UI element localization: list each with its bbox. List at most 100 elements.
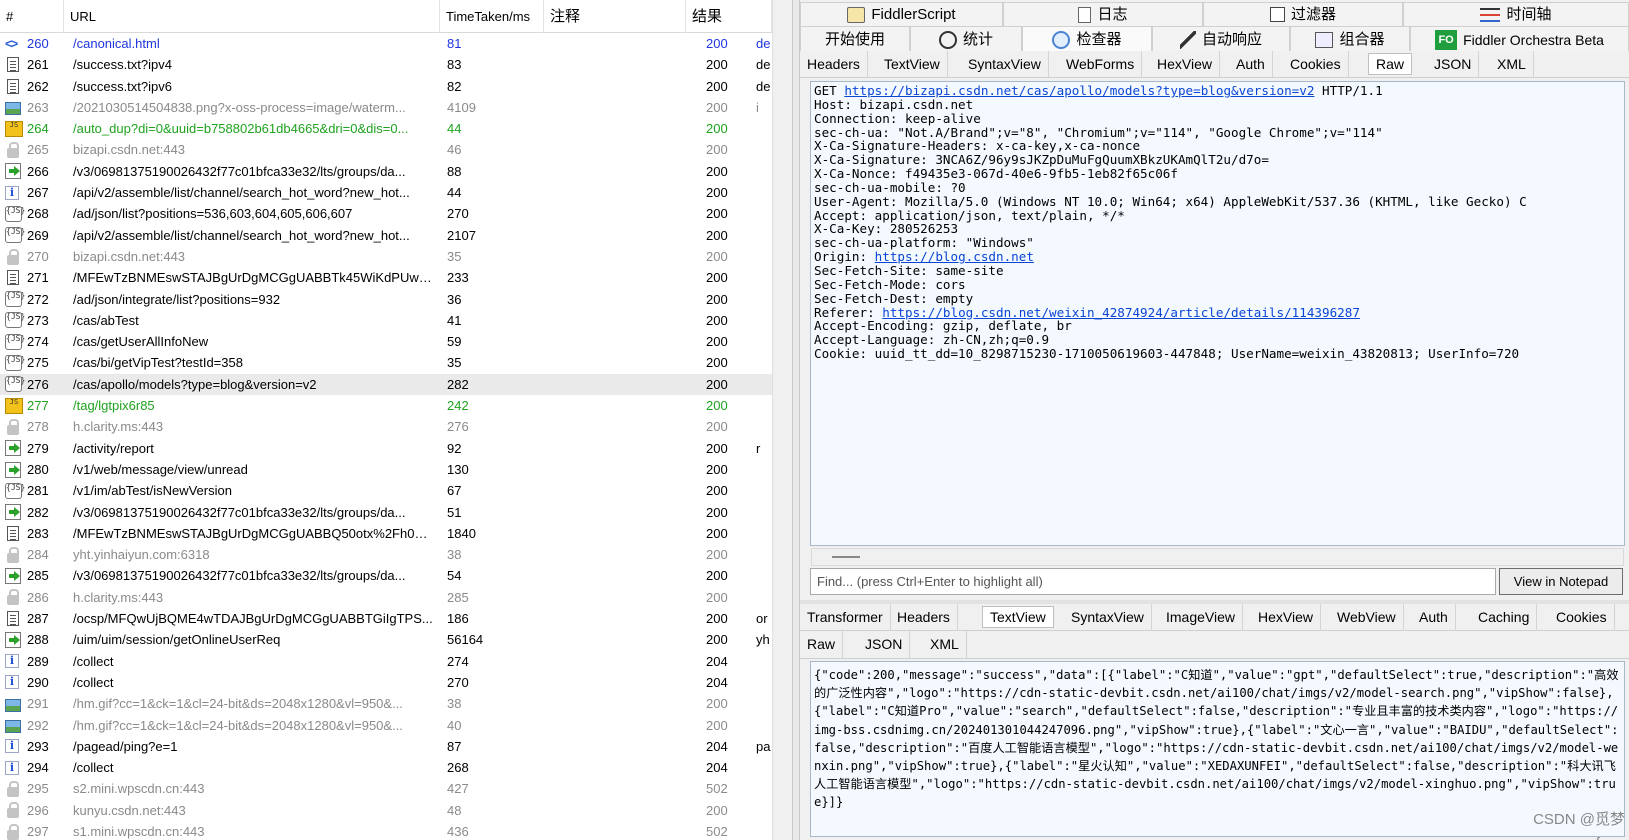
view-in-notepad-button[interactable]: View in Notepad (1499, 568, 1623, 595)
tab-timeline[interactable]: 时间轴 (1403, 2, 1629, 26)
req-tab-webforms[interactable]: WebForms (1059, 51, 1143, 78)
session-row[interactable]: {JS} 276/cas/apollo/models?type=blog&vers… (0, 373, 772, 396)
request-header-line: Sec-Fetch-Site: same-site (814, 262, 1004, 278)
session-row[interactable]: {JS} 275/cas/bi/getVipTest?testId=358 35 20… (0, 352, 772, 373)
session-row[interactable]: 262/success.txt?ipv6 82 200 de (0, 76, 772, 97)
resp-tab-textview[interactable]: TextView (982, 606, 1054, 628)
session-row[interactable]: 286 h.clarity.ms:443 285 200 (0, 587, 772, 608)
req-tab-auth[interactable]: Auth (1229, 51, 1273, 78)
column-header-result[interactable]: 结果 (686, 0, 772, 33)
tab-statistics[interactable]: 统计 (910, 26, 1022, 52)
req-tab-raw[interactable]: Raw (1368, 53, 1413, 75)
session-row[interactable]: 283/MFEwTzBNMEswSTAJBgUrDgMCGgUABBQ50otx… (0, 523, 772, 544)
session-row[interactable]: 295 s2.mini.wpscdn.cn:443 427 502 (0, 778, 772, 799)
session-row[interactable]: 278 h.clarity.ms:443 276 200 (0, 416, 772, 437)
find-input[interactable]: Find... (press Ctrl+Enter to highlight a… (810, 568, 1496, 595)
session-row[interactable]: 266/v3/06981375190026432f77c01bfca33e32/… (0, 161, 772, 182)
request-header-line: Host: bizapi.csdn.net (814, 96, 974, 112)
session-row[interactable]: {JS} 272/ad/json/integrate/list?positions… (0, 289, 772, 310)
raw-request-text[interactable]: GET https://bizapi.csdn.net/cas/apollo/m… (810, 81, 1625, 546)
session-row[interactable]: 279/activity/report 92 200 r (0, 438, 772, 459)
resp-tab-cookies[interactable]: Cookies (1549, 604, 1615, 631)
session-row[interactable]: 284 yht.yinhaiyun.com:6318 38 200 (0, 544, 772, 565)
resp-tab-hexview[interactable]: HexView (1251, 604, 1321, 631)
req-tab-json[interactable]: JSON (1427, 51, 1480, 78)
resp-tab-syntaxview[interactable]: SyntaxView (1064, 604, 1152, 631)
session-row[interactable]: 261/success.txt?ipv4 83 200 de (0, 54, 772, 75)
column-header-timetaken[interactable]: TimeTaken/ms (440, 0, 544, 33)
session-row[interactable]: 297 s1.mini.wpscdn.cn:443 436 502 (0, 821, 772, 840)
session-row[interactable]: <> 260/canonical.html 81 200 de (0, 33, 772, 54)
session-time-taken: 40 (447, 717, 462, 733)
session-row[interactable]: {JS} 273/cas/abTest 41 200 (0, 310, 772, 331)
tab-fiddler-orchestra[interactable]: FO Fiddler Orchestra Beta (1410, 26, 1629, 52)
resp-tab-xml[interactable]: XML (923, 631, 967, 658)
tab-autoresponder[interactable]: 自动响应 (1152, 26, 1290, 52)
column-header-url[interactable]: URL (64, 0, 440, 33)
req-tab-syntaxview[interactable]: SyntaxView (961, 51, 1049, 78)
resp-tab-json[interactable]: JSON (858, 631, 911, 658)
scroll-thumb[interactable] (832, 556, 860, 558)
column-header-number[interactable]: # (0, 0, 64, 33)
tab-inspectors[interactable]: 检查器 (1022, 26, 1152, 52)
pane-splitter[interactable] (792, 0, 800, 840)
session-host-fragment (756, 778, 772, 799)
req-tab-xml[interactable]: XML (1490, 51, 1534, 78)
req-tab-cookies[interactable]: Cookies (1283, 51, 1349, 78)
session-row[interactable]: 291/hm.gif?cc=1&ck=1&cl=24-bit&ds=2048x1… (0, 693, 772, 714)
session-row[interactable]: i 290/collect 270 204 (0, 672, 772, 693)
resp-tab-webview[interactable]: WebView (1330, 604, 1404, 631)
session-row[interactable]: 265 bizapi.csdn.net:443 46 200 (0, 139, 772, 160)
resp-tab-transformer[interactable]: Transformer (800, 604, 891, 631)
session-row[interactable]: 270 bizapi.csdn.net:443 35 200 (0, 246, 772, 267)
session-host-fragment (756, 800, 772, 821)
req-tab-textview[interactable]: TextView (877, 51, 948, 78)
session-row[interactable]: i 294/collect 268 204 (0, 757, 772, 778)
session-row[interactable]: {JS} 269/api/v2/assemble/list/channel/sea… (0, 225, 772, 246)
session-row[interactable]: i 289/collect 274 204 (0, 651, 772, 672)
session-row[interactable]: 271/MFEwTzBNMEswSTAJBgUrDgMCGgUABBTk45Wi… (0, 267, 772, 288)
session-row[interactable]: 296 kunyu.csdn.net:443 48 200 (0, 800, 772, 821)
session-row[interactable]: 282/v3/06981375190026432f77c01bfca33e32/… (0, 502, 772, 523)
session-time-taken: 35 (447, 248, 462, 264)
session-row[interactable]: 288/uim/uim/session/getOnlineUserReq 5616… (0, 629, 772, 650)
session-row[interactable]: i 293/pagead/ping?e=1 87 204 pa (0, 736, 772, 757)
session-list-scrollbar[interactable] (772, 0, 792, 840)
resp-tab-raw[interactable]: Raw (800, 631, 844, 658)
session-row[interactable]: 263/2021030514504838.png?x-oss-process=i… (0, 97, 772, 118)
origin-link[interactable]: https://blog.csdn.net (875, 249, 1034, 264)
request-header-line: Accept-Language: zh-CN,zh;q=0.9 (814, 332, 1050, 348)
response-body-text[interactable]: {"code":200,"message":"success","data":[… (810, 661, 1625, 837)
req-tab-hexview[interactable]: HexView (1150, 51, 1220, 78)
session-row[interactable]: 287/ocsp/MFQwUjBQME4wTDAJBgUrDgMCGgUABBT… (0, 608, 772, 629)
resp-tab-caching[interactable]: Caching (1471, 604, 1538, 631)
session-row[interactable]: {JS} 268/ad/json/list?positions=536,603,6… (0, 203, 772, 224)
request-horizontal-scrollbar[interactable] (811, 548, 1624, 566)
tab-get-started[interactable]: 开始使用 (800, 26, 910, 52)
session-row[interactable]: i 267/api/v2/assemble/list/channel/search… (0, 182, 772, 203)
tab-composer[interactable]: 组合器 (1290, 26, 1410, 52)
session-row[interactable]: JS 264/auto_dup?di=0&uuid=b758802b61db466… (0, 118, 772, 139)
tab-fiddlerscript[interactable]: FiddlerScript (800, 2, 1003, 26)
session-host-fragment (756, 139, 772, 160)
resp-tab-imageview[interactable]: ImageView (1159, 604, 1244, 631)
tab-filters[interactable]: 过滤器 (1203, 2, 1403, 26)
request-url-link[interactable]: https://bizapi.csdn.net/cas/apollo/model… (844, 83, 1314, 98)
req-tab-headers[interactable]: Headers (800, 51, 868, 78)
session-row[interactable]: {JS} 281/v1/im/abTest/isNewVersion 67 200 (0, 480, 772, 501)
resp-tab-auth[interactable]: Auth (1412, 604, 1456, 631)
column-header-comments[interactable]: 注释 (544, 0, 686, 33)
session-row[interactable]: 285/v3/06981375190026432f77c01bfca33e32/… (0, 565, 772, 586)
session-row[interactable]: 280/v1/web/message/view/unread 130 200 (0, 459, 772, 480)
referer-link[interactable]: https://blog.csdn.net/weixin_42874924/ar… (882, 305, 1360, 320)
session-row[interactable]: 292/hm.gif?cc=1&ck=1&cl=24-bit&ds=2048x1… (0, 715, 772, 736)
session-number: 279 (27, 440, 49, 456)
arrow-icon (5, 163, 21, 180)
session-result: 200 (706, 227, 728, 243)
resp-tab-headers[interactable]: Headers (890, 604, 958, 631)
tab-log[interactable]: 日志 (1003, 2, 1203, 26)
session-row[interactable]: JS 277/tag/lgtpix6r85 242 200 (0, 395, 772, 416)
arrow-icon (5, 440, 21, 457)
session-row[interactable]: {JS} 274/cas/getUserAllInfoNew 59 200 (0, 331, 772, 352)
session-url: /api/v2/assemble/list/channel/search_hot… (73, 185, 410, 201)
